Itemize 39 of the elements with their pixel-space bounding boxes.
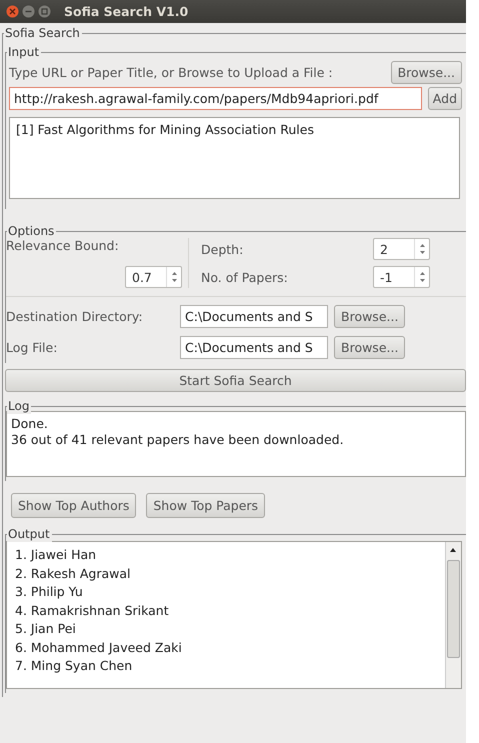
spin-box[interactable]: 2 (373, 238, 430, 260)
group-title: Output (7, 527, 52, 542)
log-file-label: Log File: (6, 340, 58, 355)
output-line: 4. Ramakrishnan Srikant (15, 602, 170, 620)
start-search-button[interactable]: Start Sofia Search (5, 369, 466, 392)
minimize-icon[interactable] (22, 5, 35, 18)
relevance-bound-label: Relevance Bound: (6, 238, 120, 255)
output-line: 1. Jiawei Han (15, 546, 98, 564)
log-line: 36 out of 41 relevant papers have been downloaded. (11, 432, 345, 448)
scroll-bar[interactable] (445, 542, 461, 688)
close-icon[interactable] (6, 5, 19, 18)
maximize-icon[interactable] (38, 5, 51, 18)
input-prompt: Type URL or Paper Title, or Browse to Upload a File : (9, 65, 333, 80)
paper-item[interactable]: [1] Fast Algorithms for Mining Association Rules (16, 122, 453, 138)
browse-button[interactable]: Browse... (334, 305, 406, 328)
group-title: Input (7, 45, 42, 60)
destination-label: Destination Directory: (6, 309, 144, 324)
log-line: Done. (11, 416, 49, 432)
browse-button[interactable]: Browse... (390, 61, 462, 84)
browse-button[interactable]: Browse... (334, 336, 406, 359)
path-field[interactable]: C:\Documents and S (180, 305, 328, 328)
url-field[interactable]: http://rakesh.agrawal-family.com/papers/Mdb94apriori.pdf (9, 87, 422, 110)
spin-box[interactable]: -1 (373, 266, 430, 288)
action-button[interactable]: Show Top Authors (11, 493, 136, 518)
path-field[interactable]: C:\Documents and S (180, 336, 328, 359)
group-title: Log (7, 399, 32, 414)
output-line: 7. Ming Syan Chen (15, 657, 134, 675)
spin-box[interactable]: 0.7 (125, 266, 182, 288)
action-button[interactable]: Show Top Papers (146, 493, 266, 518)
output-line: 5. Jian Pei (15, 620, 77, 638)
output-line: 3. Philip Yu (15, 583, 84, 601)
window-title: Sofia Search V1.0 (64, 4, 188, 19)
paper-count-label: No. of Papers: (201, 270, 288, 284)
output-line: 2. Rakesh Agrawal (15, 564, 132, 583)
depth-label: Depth: (201, 242, 244, 256)
output-line: 6. Mohammed Javeed Zaki (15, 638, 183, 656)
group-title: Options (7, 224, 56, 239)
add-button[interactable]: Add (428, 87, 462, 110)
paper-list[interactable]: [1] Fast Algorithms for Mining Association Rules (9, 117, 460, 199)
